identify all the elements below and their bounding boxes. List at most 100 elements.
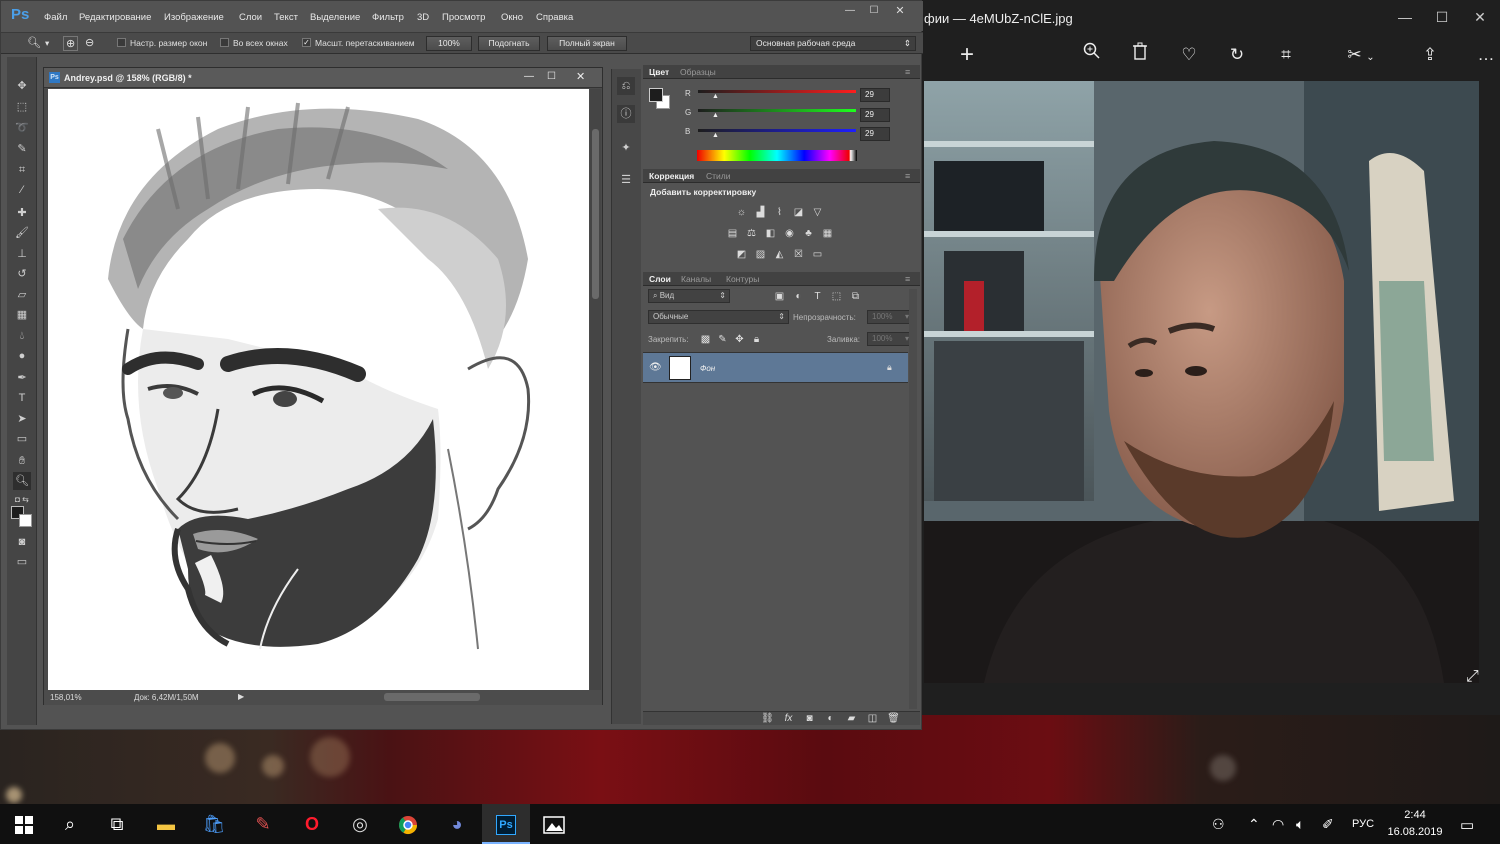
status-menu-arrow-icon[interactable]: ▶ [238, 692, 244, 701]
levels-icon[interactable]: ▟ [754, 207, 767, 218]
hue-saturation-icon[interactable]: ▤ [726, 228, 739, 239]
move-tool-icon[interactable]: ✥ [13, 77, 31, 95]
eraser-tool-icon[interactable]: ▱ [13, 286, 31, 304]
delete-icon[interactable] [1125, 42, 1155, 68]
ps-close-button[interactable]: ✕ [889, 4, 911, 18]
layers-scrollbar[interactable] [909, 289, 917, 709]
paint-app-icon[interactable]: ✎ [239, 804, 287, 844]
lock-transparency-icon[interactable]: ▩ [699, 334, 712, 345]
path-selection-tool-icon[interactable]: ➤ [13, 410, 31, 428]
show-hidden-icons-chevron-icon[interactable]: ⌃ [1248, 816, 1260, 833]
menu-type[interactable]: Текст [274, 12, 298, 23]
posterize-icon[interactable]: ▨ [754, 249, 767, 260]
doc-close-button[interactable]: ✕ [576, 70, 585, 83]
selective-color-icon[interactable]: ☒ [792, 249, 805, 260]
menu-filter[interactable]: Фильтр [372, 12, 404, 23]
tab-adjustments[interactable]: Коррекция [649, 171, 694, 181]
file-explorer-icon[interactable]: ▬ [142, 804, 190, 844]
gradient-tool-icon[interactable]: ▦ [13, 306, 31, 324]
type-tool-icon[interactable]: T [13, 389, 31, 407]
search-icon[interactable]: ⌕ [46, 804, 94, 844]
close-button[interactable]: ✕ [1463, 6, 1497, 28]
color-balance-icon[interactable]: ⚖ [745, 228, 758, 239]
adjustments-dock-icon[interactable]: ☰ [617, 171, 635, 189]
discord-icon[interactable]: ◕ [433, 804, 481, 844]
color-foreground-swatch[interactable] [649, 88, 663, 102]
channel-mixer-icon[interactable]: ♣ [802, 228, 815, 239]
color-spectrum-ramp[interactable] [697, 150, 857, 161]
layer-name[interactable]: Фон [700, 364, 715, 373]
photoshop-taskbar-button[interactable]: Ps [482, 804, 530, 844]
layer-row[interactable]: 👁︎ Фон 🔒︎ [643, 352, 908, 383]
zoom-in-mode-icon[interactable]: ⊕ [63, 36, 79, 51]
blue-value[interactable]: 29 [860, 127, 890, 141]
gradient-map-icon[interactable]: ▭ [811, 249, 824, 260]
filter-type-icon[interactable]: T [811, 291, 824, 302]
menu-view[interactable]: Просмотр [442, 12, 485, 23]
red-slider-handle[interactable]: ▲ [712, 93, 719, 100]
exposure-icon[interactable]: ◪ [792, 207, 805, 218]
tab-swatches[interactable]: Образцы [680, 67, 716, 77]
task-view-icon[interactable]: ⧉ [93, 804, 141, 844]
filter-pixel-icon[interactable]: ▣ [773, 291, 786, 302]
tab-color[interactable]: Цвет [649, 67, 669, 77]
dodge-tool-icon[interactable]: ● [13, 347, 31, 365]
volume-icon[interactable]: 🔈︎ [1296, 816, 1304, 833]
resize-windows-checkbox[interactable] [117, 38, 126, 47]
red-slider[interactable] [698, 90, 856, 93]
hand-tool-icon[interactable]: ✋︎ [13, 452, 31, 470]
ps-minimize-button[interactable]: — [839, 5, 861, 19]
crop-icon[interactable]: ⌗ [1271, 42, 1301, 68]
screen-mode-icon[interactable]: ▭ [13, 553, 31, 571]
all-windows-checkbox[interactable] [220, 38, 229, 47]
properties-panel-icon[interactable]: ⓘ [617, 105, 635, 123]
new-layer-icon[interactable]: ◫ [866, 713, 879, 724]
pen-tool-icon[interactable]: ✒ [13, 369, 31, 387]
threshold-icon[interactable]: ◭ [773, 249, 786, 260]
photos-app-icon[interactable] [530, 804, 578, 844]
rotate-icon[interactable]: ↻ [1222, 42, 1252, 68]
zoom-out-mode-icon[interactable]: ⊖ [85, 36, 94, 49]
history-brush-tool-icon[interactable]: ↺ [13, 265, 31, 283]
zoom-tool-icon[interactable]: 🔍︎ [13, 472, 31, 490]
document-tab[interactable]: Ps Andrey.psd @ 158% (RGB/8) * — ☐ ✕ [44, 68, 602, 88]
filter-smart-object-icon[interactable]: ⧉ [849, 291, 862, 302]
fit-screen-button[interactable]: Подогнать [478, 36, 540, 51]
obs-icon[interactable]: ◎ [336, 804, 384, 844]
zoom-100-button[interactable]: 100% [426, 36, 472, 51]
menu-help[interactable]: Справка [536, 12, 573, 23]
panel-menu-icon[interactable]: ≡ [905, 67, 910, 77]
new-adjustment-layer-icon[interactable]: ◐ [824, 713, 837, 724]
filter-adjustment-icon[interactable]: ◐ [792, 291, 805, 302]
layer-style-fx-icon[interactable]: fx [782, 713, 795, 724]
blur-tool-icon[interactable]: 💧︎ [13, 327, 31, 345]
more-options-icon[interactable]: … [1471, 42, 1500, 68]
photo-filter-icon[interactable]: ◉ [783, 228, 796, 239]
menu-file[interactable]: Файл [44, 12, 67, 23]
curves-icon[interactable]: ⌇ [773, 207, 786, 218]
drawing-canvas[interactable] [48, 89, 589, 690]
tab-layers[interactable]: Слои [649, 274, 671, 284]
blue-slider[interactable] [698, 129, 856, 132]
vertical-scrollbar[interactable] [590, 89, 601, 690]
zoom-tool-icon[interactable]: 🔍︎ [27, 36, 41, 49]
menu-image[interactable]: Изображение [164, 12, 224, 23]
clock-date[interactable]: 16.08.2019 [1384, 826, 1446, 838]
share-icon[interactable]: ⇪ [1415, 42, 1445, 68]
blend-mode-select[interactable]: Обычные ⇕ [648, 310, 789, 324]
tab-paths[interactable]: Контуры [726, 274, 759, 284]
maximize-button[interactable]: ☐ [1425, 6, 1459, 28]
black-white-icon[interactable]: ◧ [764, 228, 777, 239]
vibrance-icon[interactable]: ▽ [811, 207, 824, 218]
add-icon[interactable]: + [952, 42, 982, 68]
fill-screen-button[interactable]: Полный экран [547, 36, 627, 51]
brush-presets-icon[interactable]: ✦ [617, 139, 635, 157]
new-group-icon[interactable]: ▰ [845, 713, 858, 724]
brightness-contrast-icon[interactable]: ☼ [735, 207, 748, 218]
brush-tool-icon[interactable]: 🖌︎ [13, 224, 31, 242]
opacity-field[interactable]: 100% ▾ [867, 310, 913, 324]
menu-edit[interactable]: Редактирование [79, 12, 151, 23]
green-slider[interactable] [698, 109, 856, 112]
layers-menu-icon[interactable]: ≡ [905, 274, 910, 284]
chrome-icon[interactable] [384, 804, 432, 844]
